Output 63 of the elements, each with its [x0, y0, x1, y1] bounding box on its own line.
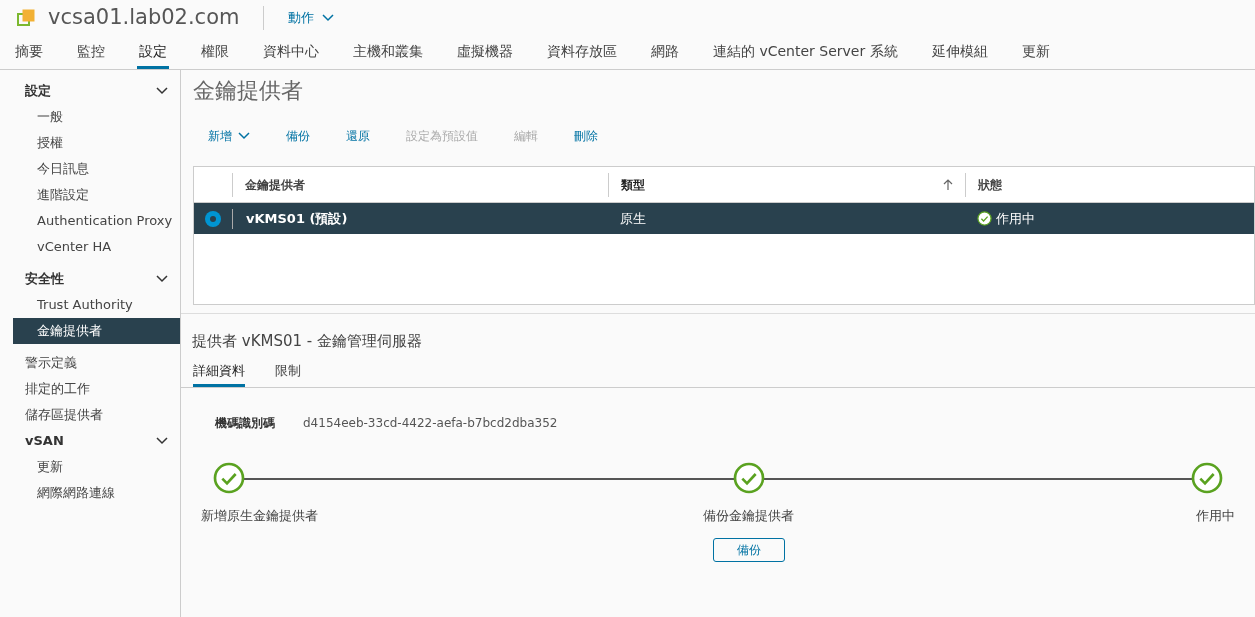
sidebar-item[interactable]: Trust Authority [13, 292, 180, 318]
check-circle-icon [732, 462, 765, 494]
toolbar-button[interactable]: 刪除 [574, 127, 598, 145]
toolbar-button[interactable]: 備份 [286, 127, 310, 145]
table-cell-text: vKMS01 (預設) [246, 209, 348, 228]
sidebar-item[interactable]: 警示定義 [13, 350, 180, 376]
nav-tab[interactable]: 權限 [199, 41, 231, 69]
page-title: 金鑰提供者 [193, 77, 304, 105]
field-value: d4154eeb-33cd-4422-aefa-b7bcd2dba352 [303, 415, 558, 432]
detail-tab[interactable]: 詳細資料 [193, 360, 245, 387]
sidebar-item[interactable]: 授權 [13, 130, 180, 156]
sidebar-group-header[interactable]: 設定 [13, 78, 180, 104]
sidebar-item[interactable]: 今日訊息 [13, 156, 180, 182]
step-label: 新增原生金鑰提供者 [201, 507, 318, 525]
sidebar-item[interactable]: 排定的工作 [13, 376, 180, 402]
check-circle-icon [213, 462, 245, 494]
sidebar-item[interactable]: 網際網路連線 [13, 480, 180, 506]
sidebar-item[interactable]: vCenter HA [13, 234, 180, 260]
sidebar-item[interactable]: 一般 [13, 104, 180, 130]
table-cell-text: 作用中 [996, 209, 1035, 228]
vcenter-logo-icon [16, 8, 36, 28]
chevron-down-icon [156, 275, 168, 283]
sidebar-item[interactable]: 進階設定 [13, 182, 180, 208]
toolbar-button[interactable]: 還原 [346, 127, 370, 145]
nav-tab[interactable]: 資料存放區 [545, 41, 619, 69]
sidebar-item[interactable]: 儲存區提供者 [13, 402, 180, 428]
chevron-down-icon [156, 87, 168, 95]
nav-tab[interactable]: 延伸模組 [929, 41, 990, 69]
backup-button[interactable]: 備份 [712, 537, 785, 562]
step-label: 備份金鑰提供者 [703, 507, 794, 525]
detail-tab[interactable]: 限制 [275, 360, 301, 387]
page-header-title: vcsa01.lab02.com [48, 4, 240, 32]
sidebar-group-header[interactable]: 安全性 [13, 266, 180, 292]
chevron-down-icon [322, 14, 335, 22]
field-label: 機碼識別碼 [215, 415, 275, 432]
nav-tab[interactable]: 更新 [1019, 41, 1052, 69]
check-circle-icon [1191, 462, 1223, 494]
nav-tab[interactable]: 連結的 vCenter Server 系統 [711, 41, 900, 69]
column-header[interactable]: 類型 [621, 175, 645, 194]
nav-tab[interactable]: 虛擬機器 [455, 41, 515, 69]
sidebar-item[interactable]: 更新 [13, 454, 180, 480]
table-row[interactable]: vKMS01 (預設) 原生 作用中 [194, 203, 1254, 234]
caret-icon [238, 132, 250, 140]
nav-tab[interactable]: 主機和叢集 [351, 41, 425, 69]
toolbar-button[interactable]: 新增 [208, 127, 250, 145]
sidebar-item[interactable]: 金鑰提供者 [13, 318, 180, 344]
check-circle-icon [977, 211, 992, 226]
detail-title: 提供者 vKMS01 - 金鑰管理伺服器 [191, 331, 423, 352]
chevron-down-icon [156, 437, 168, 445]
nav-tab[interactable]: 摘要 [13, 41, 45, 69]
nav-tab[interactable]: 設定 [137, 41, 169, 69]
radio-button[interactable] [205, 210, 221, 227]
sidebar-item[interactable]: Authentication Proxy [13, 208, 180, 234]
table-cell: 原生 [620, 210, 646, 226]
column-header[interactable]: 金鑰提供者 [245, 175, 305, 194]
sidebar-group-header[interactable]: vSAN [13, 428, 180, 454]
step-label: 作用中 [1196, 507, 1235, 525]
column-header[interactable]: 狀態 [978, 175, 1002, 194]
nav-tab[interactable]: 監控 [75, 41, 107, 69]
nav-tab[interactable]: 資料中心 [261, 41, 321, 69]
actions-menu-button[interactable]: 動作 [288, 8, 335, 28]
nav-tab[interactable]: 網路 [649, 41, 681, 69]
sort-up-icon [943, 178, 953, 191]
